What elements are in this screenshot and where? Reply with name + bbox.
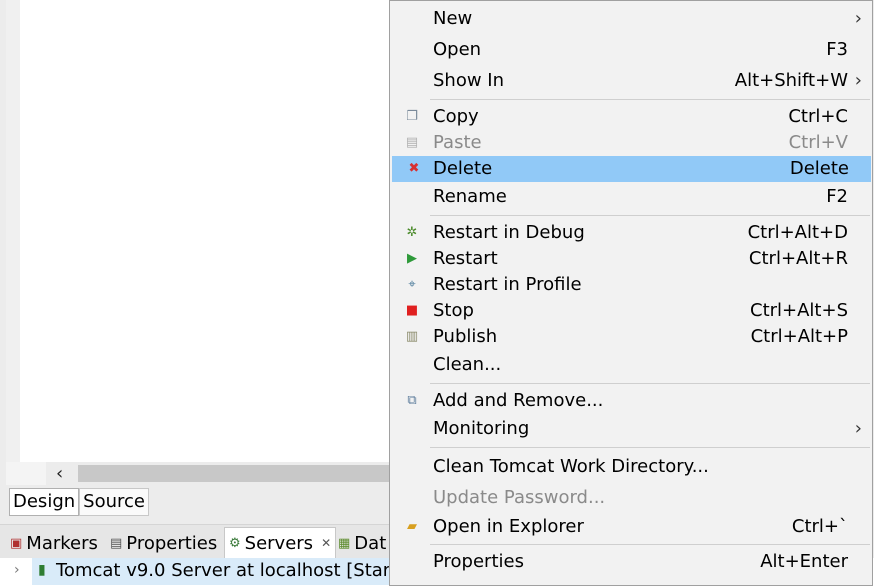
- restart-icon: ▶: [407, 251, 417, 266]
- editor-mode-tabs: Design Source: [9, 488, 149, 516]
- menu-item-label: Delete: [433, 158, 493, 179]
- chevron-right-icon: ›: [854, 70, 862, 91]
- menu-item-label: New: [433, 8, 473, 29]
- menu-item-add-remove[interactable]: ⧉ Add and Remove...: [390, 388, 872, 414]
- menu-item-shortcut: Ctrl+Alt+P: [750, 326, 848, 347]
- menu-item-restart-debug[interactable]: ✲ Restart in Debug Ctrl+Alt+D: [390, 220, 872, 246]
- menu-item-clean-tomcat[interactable]: Clean Tomcat Work Directory...: [390, 454, 872, 480]
- menu-item-shortcut: F2: [826, 186, 848, 207]
- editor-canvas[interactable]: [20, 0, 389, 462]
- stop-icon: ■: [405, 303, 419, 318]
- menu-item-shortcut: Ctrl+`: [791, 516, 848, 537]
- menu-item-label: Add and Remove...: [433, 390, 604, 411]
- menu-item-rename[interactable]: Rename F2: [390, 184, 872, 210]
- menu-item-new[interactable]: New ›: [390, 6, 872, 32]
- context-menu: New › Open F3 Show In Alt+Shift+W › ❐ Co…: [389, 0, 873, 586]
- menu-item-label: Clean Tomcat Work Directory...: [433, 456, 709, 477]
- editor-area: [6, 0, 389, 485]
- scroll-left-icon[interactable]: ‹: [56, 463, 63, 484]
- menu-item-shortcut: Ctrl+Alt+S: [750, 300, 848, 321]
- folder-open-icon: ▰: [407, 519, 417, 534]
- menu-separator: [430, 383, 870, 384]
- tab-markers-label: Markers: [26, 532, 98, 554]
- publish-icon: ▥: [405, 329, 419, 344]
- menu-item-label: Restart: [433, 248, 498, 269]
- menu-item-label: Paste: [433, 132, 482, 153]
- tab-properties-label: Properties: [126, 532, 218, 554]
- menu-item-label: Open: [433, 39, 482, 60]
- menu-item-update-password[interactable]: Update Password...: [390, 485, 872, 511]
- menu-item-label: Restart in Profile: [433, 274, 582, 295]
- menu-item-label: Rename: [433, 186, 507, 207]
- menu-item-copy[interactable]: ❐ Copy Ctrl+C: [390, 104, 872, 130]
- menu-separator: [430, 215, 870, 216]
- chevron-right-icon[interactable]: ›: [14, 562, 20, 578]
- servers-icon: ⚙: [229, 535, 241, 551]
- server-row-label: Tomcat v9.0 Server at localhost [Starte: [56, 560, 409, 581]
- tab-properties[interactable]: ▤ Properties: [110, 529, 217, 557]
- add-remove-icon: ⧉: [407, 393, 417, 408]
- tab-data-source-label: Dat: [354, 532, 387, 554]
- debug-icon: ✲: [406, 225, 418, 240]
- menu-item-label: Copy: [433, 106, 479, 127]
- chevron-right-icon: ›: [854, 8, 862, 29]
- menu-item-open-explorer[interactable]: ▰ Open in Explorer Ctrl+`: [390, 514, 872, 540]
- tab-servers[interactable]: ⚙ Servers ✕: [224, 527, 337, 558]
- menu-item-restart-profile[interactable]: ⌖ Restart in Profile: [390, 272, 872, 298]
- paste-icon: ▤: [405, 135, 419, 150]
- menu-item-delete[interactable]: ✖ Delete Delete: [392, 156, 871, 182]
- copy-icon: ❐: [406, 109, 418, 124]
- menu-item-label: Restart in Debug: [433, 222, 585, 243]
- horizontal-scrollbar[interactable]: ‹: [46, 462, 389, 485]
- menu-item-paste[interactable]: ▤ Paste Ctrl+V: [390, 130, 872, 156]
- menu-separator: [430, 99, 870, 100]
- menu-item-label: Properties: [433, 551, 524, 572]
- menu-item-label: Open in Explorer: [433, 516, 584, 537]
- menu-item-show-in[interactable]: Show In Alt+Shift+W ›: [390, 68, 872, 94]
- markers-icon: ▣: [10, 535, 23, 551]
- menu-item-publish[interactable]: ▥ Publish Ctrl+Alt+P: [390, 324, 872, 350]
- menu-item-open[interactable]: Open F3: [390, 37, 872, 63]
- view-tabs-bar: ▣ Markers ▤ Properties ⚙ Servers ✕ ▦ Dat: [0, 524, 400, 559]
- chevron-right-icon: ›: [854, 418, 862, 439]
- menu-item-shortcut: Ctrl+V: [788, 132, 848, 153]
- tab-markers[interactable]: ▣ Markers: [10, 529, 98, 557]
- menu-separator: [430, 544, 870, 545]
- menu-item-label: Clean...: [433, 354, 502, 375]
- editor-ruler: [6, 0, 20, 462]
- menu-separator: [430, 447, 870, 448]
- menu-item-shortcut: Ctrl+Alt+D: [747, 222, 848, 243]
- properties-icon: ▤: [110, 535, 123, 551]
- menu-item-restart[interactable]: ▶ Restart Ctrl+Alt+R: [390, 246, 872, 272]
- menu-item-stop[interactable]: ■ Stop Ctrl+Alt+S: [390, 298, 872, 324]
- menu-item-label: Monitoring: [433, 418, 530, 439]
- menu-item-label: Publish: [433, 326, 498, 347]
- menu-item-monitoring[interactable]: Monitoring ›: [390, 416, 872, 442]
- tab-servers-label: Servers: [244, 532, 314, 554]
- menu-item-properties[interactable]: Properties Alt+Enter: [390, 549, 872, 575]
- menu-item-shortcut: Delete: [789, 158, 849, 179]
- server-icon: ▮: [38, 562, 46, 578]
- menu-item-clean[interactable]: Clean...: [390, 352, 872, 378]
- menu-item-label: Update Password...: [433, 487, 606, 508]
- delete-icon: ✖: [408, 161, 420, 176]
- scrollbar-thumb[interactable]: [78, 465, 389, 482]
- menu-item-shortcut: Ctrl+C: [788, 106, 848, 127]
- tab-source[interactable]: Source: [79, 488, 149, 516]
- close-icon[interactable]: ✕: [321, 536, 331, 550]
- menu-item-label: Stop: [433, 300, 474, 321]
- menu-item-shortcut: Alt+Shift+W: [734, 70, 848, 91]
- tab-design[interactable]: Design: [9, 488, 80, 516]
- profile-icon: ⌖: [408, 277, 416, 292]
- tab-data-source[interactable]: ▦ Dat: [338, 529, 386, 557]
- menu-item-shortcut: Ctrl+Alt+R: [748, 248, 848, 269]
- menu-item-label: Show In: [433, 70, 505, 91]
- menu-item-shortcut: Alt+Enter: [760, 551, 848, 572]
- data-source-icon: ▦: [338, 535, 351, 551]
- menu-item-shortcut: F3: [826, 39, 848, 60]
